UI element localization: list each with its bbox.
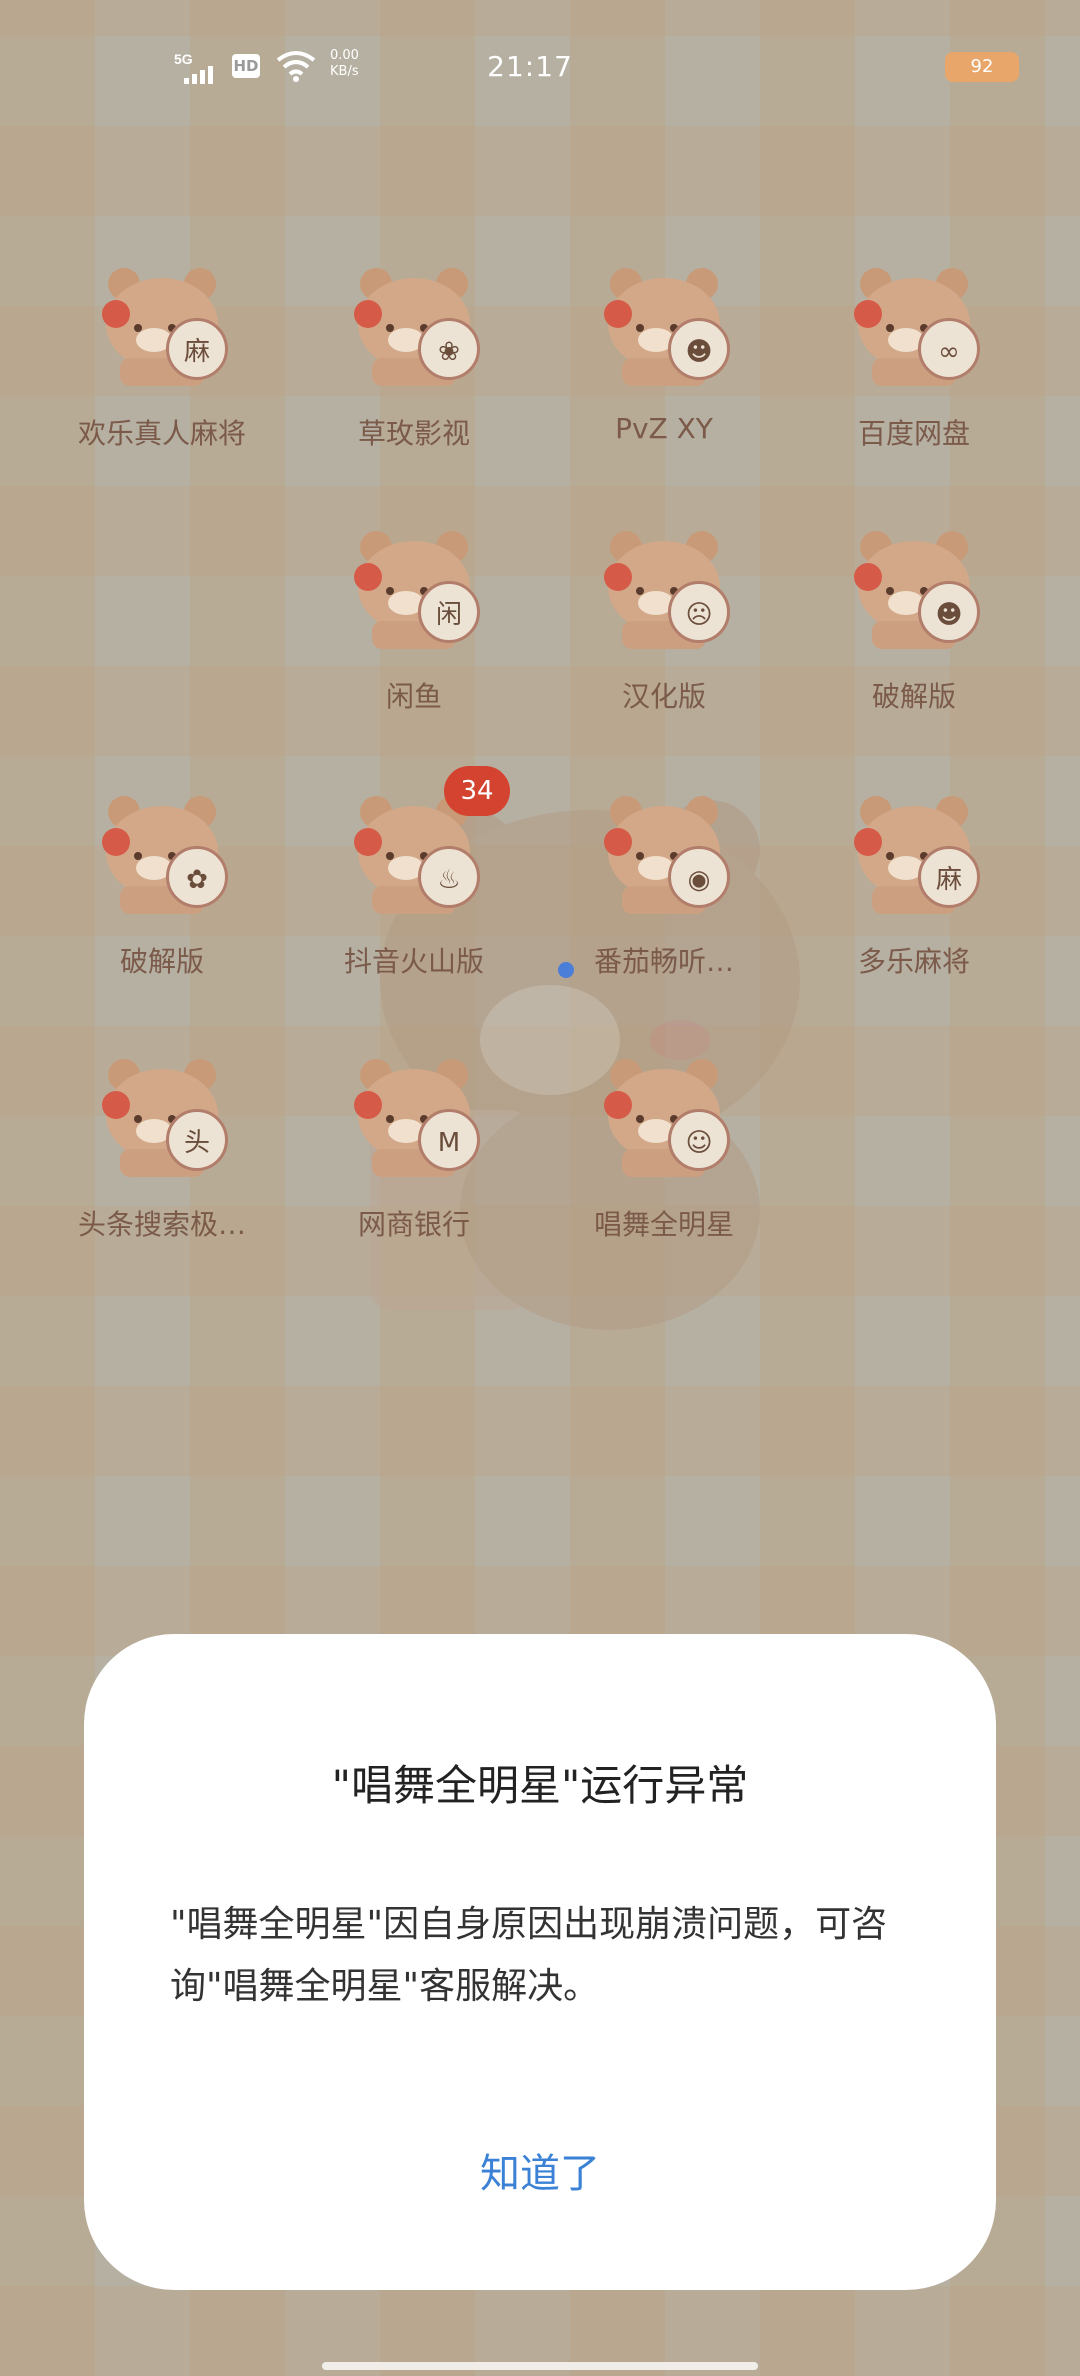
app-baidu-netdisk[interactable]: ∞ 百度网盘 (794, 262, 1034, 492)
zombie-cracked-icon: ☻ (918, 581, 980, 643)
network-speed: 0.00 KB/s (330, 48, 380, 80)
app-label: PvZ XY (615, 412, 713, 445)
home-indicator[interactable] (322, 2362, 758, 2370)
app-xianyu[interactable]: 闲闲鱼 (294, 525, 534, 755)
app-mybank[interactable]: M 网商银行 (294, 1053, 534, 1283)
app-zombie[interactable]: ☻ PvZ XY (544, 262, 784, 492)
app-gear-cracked[interactable]: ✿ 破解版 (42, 790, 282, 1020)
strawberry-video-icon: ❀ (418, 318, 480, 380)
new-app-dot (558, 962, 574, 978)
app-crash-dialog: "唱舞全明星"运行异常 "唱舞全明星"因自身原因出现崩溃问题，可咨询"唱舞全明星… (84, 1634, 996, 2290)
app-dance-star[interactable]: ☺ 唱舞全明星 (544, 1053, 784, 1283)
app-label: 欢乐真人麻将 (77, 417, 246, 450)
clock: 21:17 (487, 50, 573, 83)
app-label: 头条搜索极… (77, 1208, 246, 1241)
app-tomato-listen[interactable]: ◉ 番茄畅听… (544, 790, 784, 1020)
app-label: 草玫影视 (357, 417, 470, 450)
cellular-signal-icon: 5G (172, 50, 222, 86)
network-speed-unit: KB/s (330, 64, 359, 79)
notification-count-badge: 34 (444, 766, 510, 816)
mybank-icon: M (418, 1109, 480, 1171)
app-label: 破解版 (119, 945, 204, 978)
app-zombie-cracked[interactable]: ☻ 破解版 (794, 525, 1034, 755)
app-label: 番茄畅听… (593, 945, 734, 978)
app-toutiao-search[interactable]: 头头条搜索极… (42, 1053, 282, 1283)
status-bar: 5G HD 0.00 KB/s 21:17 92 (0, 40, 1080, 100)
app-label: 抖音火山版 (343, 945, 484, 978)
gourd-game-icon: ☹ (668, 581, 730, 643)
app-label: 汉化版 (621, 680, 706, 713)
app-label: 破解版 (871, 680, 956, 713)
app-label: 百度网盘 (857, 417, 970, 450)
app-label: 多乐麻将 (857, 945, 970, 978)
duole-mahjong-icon: 麻 (918, 846, 980, 908)
dialog-title: "唱舞全明星"运行异常 (331, 1761, 749, 1810)
zombie-icon: ☻ (668, 318, 730, 380)
app-label: 网商银行 (357, 1208, 470, 1241)
hd-voice-icon: HD (232, 54, 260, 78)
toutiao-search-icon: 头 (166, 1109, 228, 1171)
xianyu-icon: 闲 (418, 581, 480, 643)
app-strawberry-video[interactable]: ❀ 草玫影视 (294, 262, 534, 492)
network-speed-value: 0.00 (330, 48, 359, 63)
dialog-message: "唱舞全明星"因自身原因出现崩溃问题，可咨询"唱舞全明星"客服解决。 (170, 1904, 888, 2007)
network-type: 5G (174, 51, 193, 67)
app-gourd-game[interactable]: ☹ 汉化版 (544, 525, 784, 755)
battery-indicator: 92 (945, 52, 1019, 82)
douyin-huoshan-icon: ♨ (418, 846, 480, 908)
wifi-icon (276, 50, 316, 82)
app-label: 唱舞全明星 (593, 1208, 734, 1241)
app-mahjong[interactable]: 麻欢乐真人麻将 (42, 262, 282, 492)
app-label: 闲鱼 (385, 680, 442, 713)
baidu-netdisk-icon: ∞ (918, 318, 980, 380)
mahjong-icon: 麻 (166, 318, 228, 380)
ok-button[interactable]: 知道了 (390, 2134, 690, 2214)
app-douyin-huoshan[interactable]: ♨ 抖音火山版 (294, 790, 534, 1020)
app-duole-mahjong[interactable]: 麻多乐麻将 (794, 790, 1034, 1020)
gear-cracked-icon: ✿ (166, 846, 228, 908)
dance-star-icon: ☺ (668, 1109, 730, 1171)
tomato-listen-icon: ◉ (668, 846, 730, 908)
